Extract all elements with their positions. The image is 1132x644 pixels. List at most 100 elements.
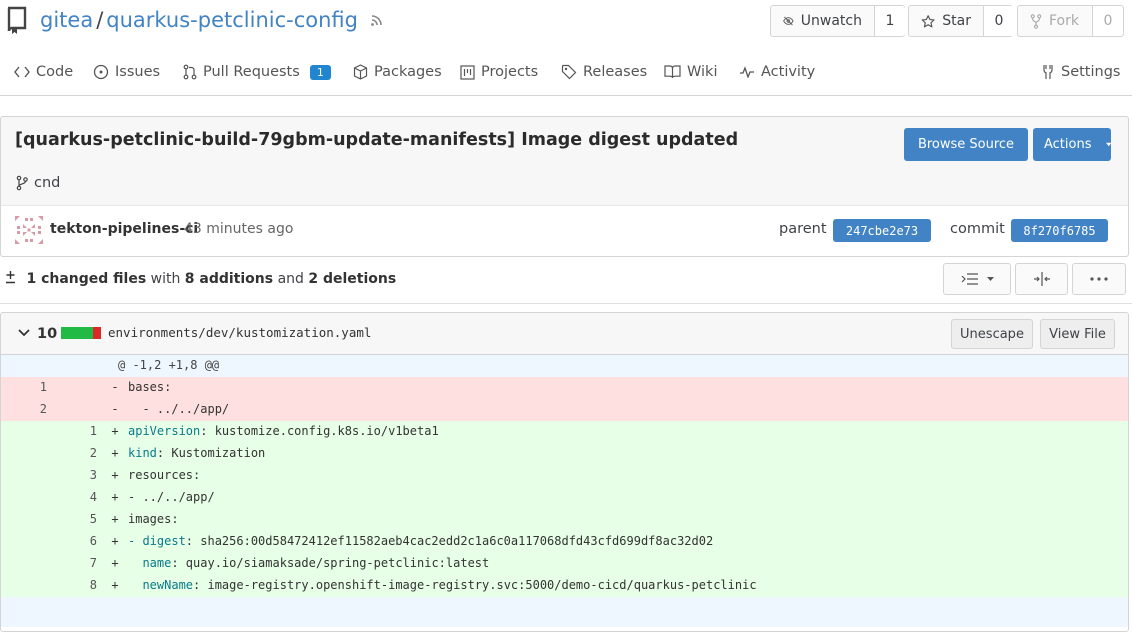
tab-activity[interactable]: Activity xyxy=(739,64,815,80)
new-line-number[interactable]: 3 xyxy=(51,468,97,482)
yaml-key: - digest xyxy=(128,534,186,548)
chevron-down-icon[interactable] xyxy=(18,329,30,337)
diff-line: 6 + - digest: sha256:00d58472412ef11582aeb… xyxy=(1,531,1128,553)
actions-dropdown-button[interactable]: Actions xyxy=(1033,128,1111,161)
code-line: kind: Kustomization xyxy=(128,446,265,460)
view-file-button[interactable]: View File xyxy=(1040,319,1115,349)
indent-icon xyxy=(961,273,978,285)
diff-line: 4 + - ../../app/ xyxy=(1,487,1128,509)
package-icon xyxy=(353,64,368,80)
file-diff-stat-bar xyxy=(61,327,101,339)
fork-icon xyxy=(1030,13,1042,29)
commit-meta: tekton-pipelines-ci 43 minutes ago paren… xyxy=(1,205,1128,256)
additions-count: 8 additions xyxy=(184,271,274,287)
tab-pull-requests[interactable]: Pull Requests 1 xyxy=(183,64,331,80)
book-icon xyxy=(664,65,681,79)
stats-with: with xyxy=(150,271,181,287)
code-text: - ../../app/ xyxy=(128,490,215,504)
whitespace-options-button[interactable] xyxy=(943,263,1011,295)
browse-source-button[interactable]: Browse Source xyxy=(904,128,1028,161)
commit-author[interactable]: tekton-pipelines-ci xyxy=(50,221,198,237)
code-line: resources: xyxy=(128,468,200,482)
file-path[interactable]: environments/dev/kustomization.yaml xyxy=(108,325,371,340)
star-button[interactable]: Star xyxy=(909,6,984,36)
new-line-number[interactable]: 2 xyxy=(51,446,97,460)
code-text: : kustomize.config.k8s.io/v1beta1 xyxy=(200,424,439,438)
split-view-button[interactable] xyxy=(1015,263,1068,295)
code-text: : Kustomization xyxy=(156,446,266,460)
repo-name-link[interactable]: quarkus-petclinic-config xyxy=(106,8,358,32)
code-line: - ../../app/ xyxy=(128,402,229,416)
diff-line: 8 + newName: image-registry.openshift-ima… xyxy=(1,575,1128,597)
code-line: bases: xyxy=(128,380,171,394)
new-line-number[interactable]: 6 xyxy=(51,534,97,548)
tab-pull-requests-label: Pull Requests xyxy=(203,64,300,80)
avatar[interactable] xyxy=(15,216,43,244)
diff-sign: + xyxy=(111,446,119,460)
diff-sign: + xyxy=(111,490,119,504)
stats-and: and xyxy=(277,271,304,287)
tab-wiki[interactable]: Wiki xyxy=(664,64,717,80)
branch-icon xyxy=(16,175,28,191)
repo-header: gitea / quarkus-petclinic-config Unwatch… xyxy=(0,0,1132,46)
code-text: : image-registry.openshift-image-registr… xyxy=(193,578,757,592)
unwatch-label: Unwatch xyxy=(800,13,862,29)
diff-line: 1 - bases: xyxy=(1,377,1128,399)
parent-sha-button[interactable]: 247cbe2e73 xyxy=(833,219,931,242)
fork-button-group: Fork 0 xyxy=(1017,5,1124,37)
yaml-key: newName xyxy=(128,578,194,592)
commit-sha-button[interactable]: 8f270f6785 xyxy=(1011,219,1108,242)
new-line-number[interactable]: 1 xyxy=(51,424,97,438)
watch-count[interactable]: 1 xyxy=(875,6,905,36)
old-line-number[interactable]: 2 xyxy=(1,402,47,416)
ellipsis-icon xyxy=(1090,277,1108,281)
tab-projects[interactable]: Projects xyxy=(460,64,538,80)
diff-line: 2 - - ../../app/ xyxy=(1,399,1128,421)
more-options-button[interactable] xyxy=(1072,263,1126,295)
tab-projects-label: Projects xyxy=(481,64,539,80)
diff-sign: + xyxy=(111,512,119,526)
star-icon xyxy=(921,14,935,27)
project-icon xyxy=(460,64,475,80)
yaml-key: apiVersion xyxy=(128,424,201,438)
code-text: resources: xyxy=(128,468,201,482)
issue-icon xyxy=(93,64,109,80)
file-diff-header: 10 environments/dev/kustomization.yaml U… xyxy=(1,313,1128,355)
tab-issues[interactable]: Issues xyxy=(93,64,160,80)
new-line-number[interactable]: 4 xyxy=(51,490,97,504)
diff-sign: + xyxy=(111,556,119,570)
diff-icon xyxy=(6,271,15,284)
commit-branch[interactable]: cnd xyxy=(16,175,60,191)
commit-title: [quarkus-petclinic-build-79gbm-update-ma… xyxy=(15,130,739,150)
old-line-number[interactable]: 1 xyxy=(1,380,47,394)
fork-button[interactable]: Fork xyxy=(1018,6,1093,36)
deletions-bar xyxy=(93,327,101,339)
rss-icon[interactable] xyxy=(370,13,384,27)
tools-icon xyxy=(1043,65,1053,79)
new-line-number[interactable]: 8 xyxy=(51,578,97,592)
unwatch-button[interactable]: Unwatch xyxy=(771,6,875,36)
code-line: newName: image-registry.openshift-image-… xyxy=(128,578,757,592)
caret-down-icon xyxy=(1105,142,1111,147)
tab-settings[interactable]: Settings xyxy=(1041,64,1120,80)
watch-button-group: Unwatch 1 xyxy=(770,5,905,37)
commit-label: commit xyxy=(950,221,1005,237)
changed-files-count[interactable]: 1 changed files xyxy=(26,271,146,287)
star-count[interactable]: 0 xyxy=(984,6,1014,36)
fork-count[interactable]: 0 xyxy=(1093,6,1123,36)
parent-label: parent xyxy=(779,221,827,237)
unescape-button[interactable]: Unescape xyxy=(951,319,1033,349)
diff-stats-bar: 1 changed files with 8 additions and 2 d… xyxy=(0,256,1132,304)
repo-owner-link[interactable]: gitea xyxy=(40,8,93,32)
code-icon xyxy=(14,66,30,78)
pulse-icon xyxy=(740,66,754,78)
tab-code[interactable]: Code xyxy=(14,64,73,80)
new-line-number[interactable]: 5 xyxy=(51,512,97,526)
hunk-footer xyxy=(1,597,1128,627)
new-line-number[interactable]: 7 xyxy=(51,556,97,570)
repo-icon xyxy=(7,6,27,34)
code-line: name: quay.io/siamaksade/spring-petclini… xyxy=(128,556,489,570)
tab-packages[interactable]: Packages xyxy=(353,64,442,80)
tab-releases[interactable]: Releases xyxy=(561,64,647,80)
code-text: bases: xyxy=(128,380,172,394)
